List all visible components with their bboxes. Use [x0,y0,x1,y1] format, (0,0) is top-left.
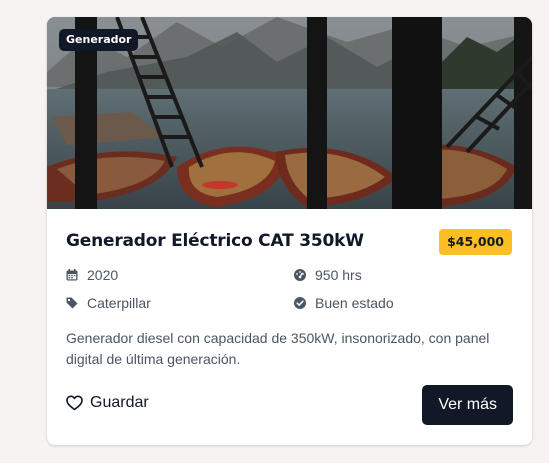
spec-brand: Caterpillar [66,295,151,311]
spec-condition: Buen estado [294,295,394,311]
gauge-icon [294,269,306,281]
save-button[interactable]: Guardar [66,394,149,412]
category-badge: Generador [59,29,139,51]
spec-hours-value: 950 hrs [315,267,362,283]
heart-icon [66,395,83,411]
tag-icon [66,297,78,309]
view-more-button[interactable]: Ver más [422,385,513,425]
listing-photo[interactable]: Generador [47,17,532,209]
calendar-icon [66,269,78,281]
spec-brand-value: Caterpillar [87,295,151,311]
listing-description: Generador diesel con capacidad de 350kW,… [66,330,490,367]
spec-year-value: 2020 [87,267,119,283]
listing-card: Generador Generador Eléctrico CAT 350kW … [47,17,532,445]
spec-condition-value: Buen estado [315,295,394,311]
check-circle-icon [294,297,306,309]
spec-hours: 950 hrs [294,267,362,283]
listing-title: Generador Eléctrico CAT 350kW [66,231,364,251]
save-button-label: Guardar [90,394,149,411]
price-badge: $45,000 [439,229,512,255]
spec-year: 2020 [66,267,118,283]
